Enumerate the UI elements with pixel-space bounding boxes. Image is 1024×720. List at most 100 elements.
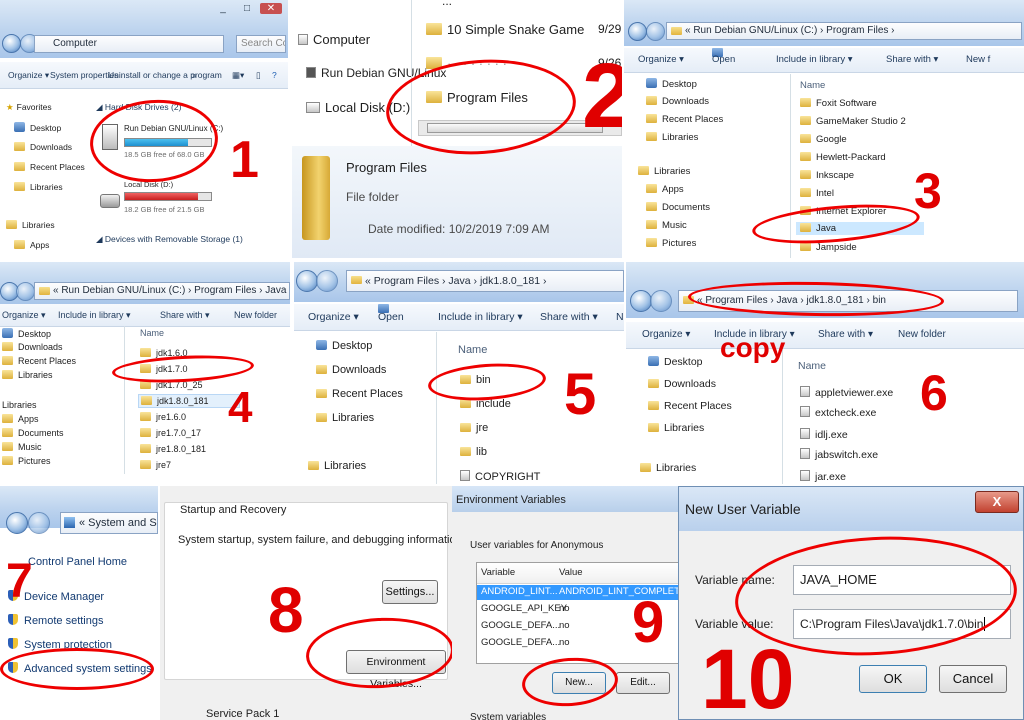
file-row[interactable]: jre7 — [140, 460, 171, 470]
address-bar[interactable]: « System and S — [60, 512, 158, 534]
nav-downloads[interactable]: Downloads — [2, 342, 63, 352]
organize-button[interactable]: Organize ▾ — [2, 304, 46, 326]
file-row[interactable]: GameMaker Studio 2 — [800, 116, 906, 127]
remote-settings-link[interactable]: Remote settings — [8, 614, 103, 627]
column-name-header[interactable]: Name — [798, 360, 826, 372]
nav-music[interactable]: Music — [646, 220, 687, 231]
address-bar[interactable]: « Run Debian GNU/Linux (C:) › Program Fi… — [34, 282, 290, 300]
nav-pictures[interactable]: Pictures — [2, 456, 51, 466]
more-button[interactable]: » — [192, 62, 197, 88]
file-row[interactable]: COPYRIGHT — [460, 470, 540, 483]
nav-libraries[interactable]: Libraries — [646, 132, 698, 143]
help-icon[interactable]: ? — [272, 62, 277, 88]
nav-libraries[interactable]: Libraries — [316, 412, 374, 424]
share-with-button[interactable]: Share with ▾ — [160, 304, 210, 326]
forward-button[interactable] — [16, 282, 35, 301]
minimize-button[interactable]: _ — [212, 3, 234, 14]
nav-documents[interactable]: Documents — [646, 202, 710, 213]
file-row[interactable]: jar.exe — [800, 470, 846, 483]
nav-apps[interactable]: Apps — [2, 414, 39, 424]
nav-downloads[interactable]: Downloads — [648, 378, 716, 390]
organize-button[interactable]: Organize ▾ — [638, 48, 684, 72]
share-with-button[interactable]: Share with ▾ — [540, 304, 598, 330]
nav-pictures[interactable]: Pictures — [646, 238, 696, 249]
file-row[interactable]: jre1.8.0_181 — [140, 444, 206, 454]
file-row[interactable]: appletviewer.exe — [800, 386, 893, 399]
back-button[interactable] — [6, 512, 28, 534]
close-button[interactable]: X — [975, 491, 1019, 513]
address-bar[interactable]: « Run Debian GNU/Linux (C:) › Program Fi… — [666, 22, 1022, 40]
file-row[interactable]: jre1.6.0 — [140, 412, 186, 422]
include-library-button[interactable]: Include in library ▾ — [776, 48, 853, 72]
nav-music[interactable]: Music — [2, 442, 42, 452]
back-button[interactable] — [628, 22, 647, 41]
view-options-icon[interactable]: ▦▾ — [232, 62, 244, 88]
file-row[interactable]: Intel — [800, 188, 834, 199]
drive-d[interactable]: Local Disk (D:) 18.2 GB free of 21.5 GB — [100, 178, 220, 220]
column-name-header[interactable]: Name — [458, 344, 487, 356]
file-row[interactable]: jabswitch.exe — [800, 448, 878, 461]
file-row[interactable]: Foxit Software — [800, 98, 877, 109]
nav-documents[interactable]: Documents — [2, 428, 64, 438]
forward-button[interactable] — [316, 270, 338, 292]
back-button[interactable] — [2, 34, 21, 53]
nav-favorites[interactable]: ★ Favorites — [6, 102, 52, 113]
file-row-selected[interactable]: jdk1.8.0_181 — [138, 394, 240, 408]
share-with-button[interactable]: Share with ▾ — [818, 322, 873, 348]
column-name-header[interactable]: Name — [800, 80, 825, 91]
column-name-header[interactable]: Name — [140, 328, 164, 338]
file-row[interactable]: Google — [800, 134, 847, 145]
nav-libraries-group[interactable]: Libraries — [2, 400, 37, 410]
file-snake-game[interactable]: 10 Simple Snake Game — [426, 22, 584, 37]
ok-button[interactable]: OK — [859, 665, 927, 693]
edit-variable-button[interactable]: Edit... — [616, 672, 670, 694]
close-button[interactable]: ✕ — [260, 3, 282, 14]
file-row[interactable]: Inkscape — [800, 170, 854, 181]
control-panel-home-link[interactable]: Control Panel Home — [28, 556, 127, 568]
include-library-button[interactable]: Include in library ▾ — [58, 304, 131, 326]
nav-downloads[interactable]: Downloads — [14, 142, 72, 152]
column-value[interactable]: Value — [559, 567, 583, 578]
file-row[interactable]: Hewlett-Packard — [800, 152, 886, 163]
nav-libraries-group[interactable]: Libraries — [6, 220, 55, 230]
file-row[interactable]: jre1.7.0_17 — [140, 428, 201, 438]
back-button[interactable] — [296, 270, 318, 292]
uninstall-button[interactable]: Uninstall or change a program — [108, 62, 222, 88]
address-bar[interactable]: « Program Files › Java › jdk1.8.0_181 › — [346, 270, 624, 292]
nav-libraries[interactable]: Libraries — [14, 182, 63, 192]
settings-button[interactable]: Settings... — [382, 580, 438, 604]
preview-pane-icon[interactable]: ▯ — [256, 62, 261, 88]
column-variable[interactable]: Variable — [481, 567, 515, 578]
nav-downloads[interactable]: Downloads — [646, 96, 709, 107]
nav-desktop[interactable]: Desktop — [648, 356, 703, 368]
nav-downloads[interactable]: Downloads — [316, 364, 386, 376]
new-folder-button[interactable]: New f — [966, 48, 990, 72]
new-folder-button[interactable]: New folder — [234, 304, 277, 326]
nav-recent-places[interactable]: Recent Places — [648, 400, 732, 412]
include-library-button[interactable]: Include in library ▾ — [438, 304, 523, 330]
file-row[interactable]: jre — [460, 422, 488, 434]
forward-button[interactable] — [646, 22, 665, 41]
address-bar[interactable]: Computer — [34, 35, 224, 53]
file-row[interactable]: Jampside — [800, 242, 857, 253]
nav-recent-places[interactable]: Recent Places — [316, 388, 403, 400]
nav-apps[interactable]: Apps — [646, 184, 684, 195]
nav-libraries[interactable]: Libraries — [648, 422, 704, 434]
forward-button[interactable] — [28, 512, 50, 534]
new-folder-button[interactable]: New folder — [898, 322, 946, 348]
file-row[interactable]: idlj.exe — [800, 428, 848, 441]
nav-recent-places[interactable]: Recent Places — [2, 356, 76, 366]
nav-desktop[interactable]: Desktop — [316, 340, 372, 352]
new-folder-button[interactable]: N — [616, 304, 624, 330]
nav-libraries-group[interactable]: Libraries — [640, 462, 696, 474]
nav-recent-places[interactable]: Recent Places — [14, 162, 85, 172]
nav-computer[interactable]: Computer — [298, 32, 370, 47]
nav-libraries-group[interactable]: Libraries — [638, 166, 690, 177]
organize-button[interactable]: Organize ▾ — [8, 62, 49, 88]
nav-recent-places[interactable]: Recent Places — [646, 114, 723, 125]
nav-apps[interactable]: Apps — [14, 240, 49, 250]
nav-libraries[interactable]: Libraries — [2, 370, 53, 380]
nav-desktop[interactable]: Desktop — [14, 122, 61, 133]
maximize-button[interactable]: □ — [236, 3, 258, 14]
nav-desktop[interactable]: Desktop — [646, 78, 697, 90]
